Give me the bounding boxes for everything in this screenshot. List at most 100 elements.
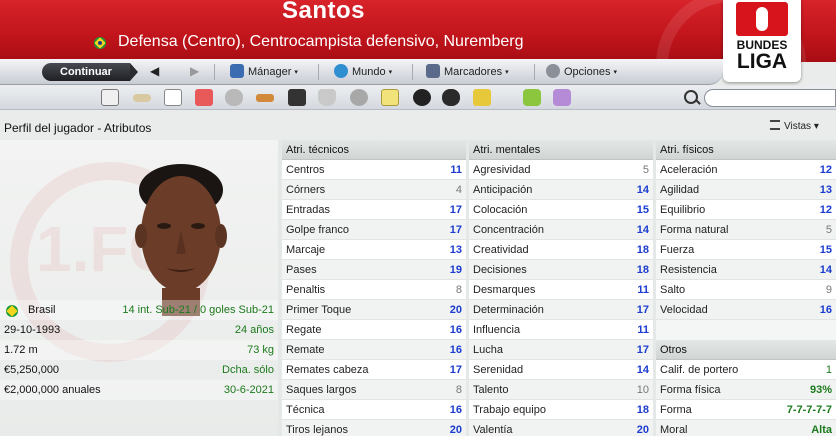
options-menu-button[interactable]: Opciones ▾	[546, 63, 617, 81]
other-attributes-header[interactable]: Otros	[656, 340, 836, 360]
attribute-row[interactable]: Técnica 16	[282, 400, 466, 420]
attribute-row[interactable]: Lucha 17	[469, 340, 653, 360]
attribute-row[interactable]: Remate 16	[282, 340, 466, 360]
attribute-row[interactable]: Primer Toque 20	[282, 300, 466, 320]
world-menu-button[interactable]: Mundo ▾	[334, 63, 392, 81]
bookmarks-menu-button[interactable]: Marcadores ▾	[426, 63, 509, 81]
binoculars-icon[interactable]	[442, 89, 460, 106]
attribute-label: Pases	[286, 264, 317, 276]
chevron-down-icon: ▾	[294, 69, 298, 76]
attribute-row[interactable]: Equilibrio 12	[656, 200, 836, 220]
attribute-row[interactable]: Centros 11	[282, 160, 466, 180]
attribute-value: 14	[819, 264, 832, 276]
attribute-row[interactable]: Golpe franco 17	[282, 220, 466, 240]
football-icon[interactable]	[413, 89, 431, 106]
attribute-label: Saques largos	[286, 384, 357, 396]
attribute-row[interactable]: Penaltis 8	[282, 280, 466, 300]
attribute-row[interactable]: Resistencia 14	[656, 260, 836, 280]
attribute-row[interactable]: Regate 16	[282, 320, 466, 340]
attribute-label: Colocación	[473, 204, 528, 216]
attribute-row[interactable]: Forma natural 5	[656, 220, 836, 240]
attribute-value: 14	[636, 364, 649, 376]
attribute-label: Forma natural	[660, 224, 729, 236]
attribute-row[interactable]: Pases 19	[282, 260, 466, 280]
home-icon[interactable]	[101, 89, 119, 106]
views-menu-button[interactable]: Vistas ▾	[770, 120, 819, 132]
transfer-icon[interactable]	[256, 94, 274, 102]
bundesliga-logo: BUNDES LIGA	[723, 0, 801, 82]
attribute-row[interactable]: Serenidad 14	[469, 360, 653, 380]
attribute-value: 16	[819, 304, 832, 316]
attribute-value: 17	[449, 224, 462, 236]
player-name: Santos	[282, 0, 366, 24]
search-input[interactable]	[704, 89, 836, 107]
attribute-value: 14	[636, 184, 649, 196]
attribute-row[interactable]: Calif. de portero 1	[656, 360, 836, 380]
notebook-icon[interactable]	[164, 89, 182, 106]
manager-menu-label: Mánager	[248, 66, 292, 78]
forward-arrow-icon[interactable]: ▶	[190, 64, 199, 78]
shortcut-iconbar	[0, 86, 836, 110]
attribute-row[interactable]: Forma física 93%	[656, 380, 836, 400]
continue-button[interactable]: Continuar	[42, 63, 138, 81]
attribute-row[interactable]: Entradas 17	[282, 200, 466, 220]
manager-icon	[230, 64, 244, 78]
tactics-board-icon[interactable]	[288, 89, 306, 106]
technical-attributes-header[interactable]: Atri. técnicos	[282, 140, 466, 160]
attribute-value: 5	[825, 224, 832, 236]
back-arrow-icon[interactable]: ◀	[150, 64, 159, 78]
attribute-label: Golpe franco	[286, 224, 349, 236]
attribute-row[interactable]: Velocidad 16	[656, 300, 836, 320]
attribute-row[interactable]: Determinación 17	[469, 300, 653, 320]
attribute-label: Valentía	[473, 424, 513, 436]
attribute-row[interactable]: Desmarques 11	[469, 280, 653, 300]
search-icon[interactable]	[684, 90, 698, 104]
finances-icon[interactable]	[473, 89, 491, 106]
attribute-row[interactable]: Remates cabeza 17	[282, 360, 466, 380]
help-icon[interactable]	[523, 89, 541, 106]
scout-icon[interactable]	[350, 89, 368, 106]
attribute-label: Regate	[286, 324, 322, 336]
attribute-value: 14	[636, 224, 649, 236]
inbox-icon[interactable]	[133, 94, 151, 102]
gear-icon	[546, 64, 560, 78]
attribute-row[interactable]: Creatividad 18	[469, 240, 653, 260]
league-emblem-icon	[736, 2, 788, 36]
attribute-row[interactable]: Influencia 11	[469, 320, 653, 340]
international-caps[interactable]: 14 int. Sub-21 / 0 goles Sub-21	[122, 300, 274, 320]
attribute-row[interactable]: Trabajo equipo 18	[469, 400, 653, 420]
attribute-row[interactable]: Agresividad 5	[469, 160, 653, 180]
physical-attributes-header[interactable]: Atri. físicos	[656, 140, 836, 160]
age-row: 29-10-1993 24 años	[0, 320, 278, 340]
preferred-foot: Dcha. sólo	[222, 364, 274, 376]
attribute-row[interactable]: Agilidad 13	[656, 180, 836, 200]
attribute-value: 12	[819, 204, 832, 216]
attribute-row[interactable]: Marcaje 13	[282, 240, 466, 260]
attribute-row[interactable]: Valentía 20	[469, 420, 653, 436]
attribute-row[interactable]: Concentración 14	[469, 220, 653, 240]
attribute-value: 17	[636, 304, 649, 316]
manager-menu-button[interactable]: Mánager ▾	[230, 63, 298, 81]
attribute-row[interactable]: Colocación 15	[469, 200, 653, 220]
wage-value: €2,000,000 anuales	[4, 384, 101, 396]
calendar-icon[interactable]	[195, 89, 213, 106]
attribute-value: 18	[636, 404, 649, 416]
attribute-row[interactable]: Anticipación 14	[469, 180, 653, 200]
attribute-row[interactable]: Tiros lejanos 20	[282, 420, 466, 436]
attribute-row[interactable]: Aceleración 12	[656, 160, 836, 180]
clipboard-icon[interactable]	[381, 89, 399, 106]
attribute-row[interactable]: Córners 4	[282, 180, 466, 200]
mental-attributes-header[interactable]: Atri. mentales	[469, 140, 653, 160]
attribute-row[interactable]: Saques largos 8	[282, 380, 466, 400]
info-icon[interactable]	[553, 89, 571, 106]
attribute-row[interactable]: Decisiones 18	[469, 260, 653, 280]
attribute-row[interactable]: Fuerza 15	[656, 240, 836, 260]
attribute-value: 20	[449, 304, 462, 316]
attribute-row[interactable]: Moral Alta	[656, 420, 836, 436]
trophy-icon[interactable]	[318, 89, 336, 106]
squad-icon[interactable]	[225, 89, 243, 106]
attribute-label: Entradas	[286, 204, 331, 216]
attribute-row[interactable]: Forma 7-7-7-7-7	[656, 400, 836, 420]
attribute-row[interactable]: Talento 10	[469, 380, 653, 400]
attribute-row[interactable]: Salto 9	[656, 280, 836, 300]
